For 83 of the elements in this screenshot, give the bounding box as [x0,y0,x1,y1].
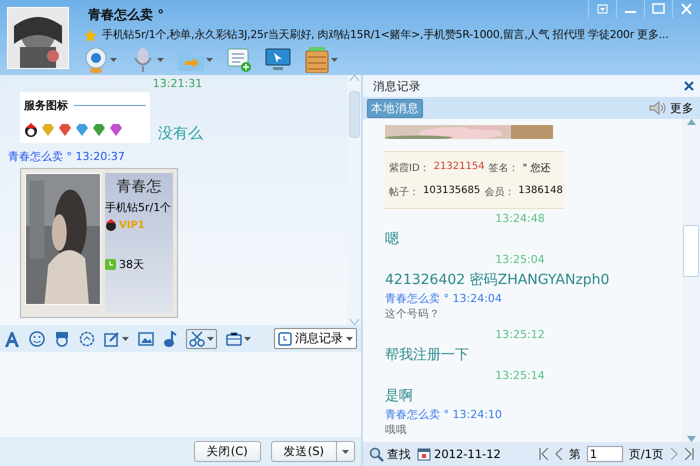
caret-icon[interactable] [331,58,338,62]
star-icon [84,28,97,42]
scrollbar-thumb[interactable] [683,224,699,277]
caret-icon[interactable] [122,336,129,340]
first-page-icon[interactable] [538,448,549,460]
info-label: 紫霞ID： [389,162,430,175]
info-value: " 您还 [522,162,550,175]
diamond-icon [75,123,89,137]
message-text: 嗯 [385,230,400,249]
monitor-icon[interactable] [265,48,291,72]
caret-icon[interactable] [342,450,349,454]
close-button[interactable]: 关闭(C) [194,441,261,462]
info-label: 签名： [488,162,519,175]
close-icon[interactable] [684,81,694,91]
more-button[interactable]: 更多 [649,100,694,116]
signature-text: 手机钻5r/1个,秒单,永久彩钻3J,25r当天刷好, 肉鸡钻15R/1<赌年>,手机赞5R-1000,留言,人气 招代理 学徒200r 更多... [102,28,668,42]
image-icon[interactable] [138,330,154,346]
emoji-icon[interactable] [29,330,45,346]
info-label: 帖子： [389,186,419,199]
message-text: 这个号码？ [385,307,441,322]
webcam-icon[interactable] [84,47,108,73]
message-text: 帮我注册一下 [385,346,470,365]
message-text: 421326402 密码ZHANGYANzph0 [385,271,610,290]
timestamp: 13:25:14 [494,368,546,384]
message-text: 没有么 [158,124,203,143]
scrollbar[interactable] [682,119,700,442]
scrollbar-thumb[interactable] [348,91,360,138]
font-icon[interactable] [4,330,20,346]
scissors-icon[interactable] [189,330,205,346]
caret-icon[interactable] [110,58,117,62]
search-button[interactable]: 查找 [369,446,411,462]
days-label: 38天 [119,257,144,272]
date-button[interactable]: 2012-11-12 [417,447,501,461]
message-input[interactable] [0,352,361,437]
sender-line: 青春怎么卖 ° 13:20:37 [8,149,126,164]
box-icon[interactable] [305,47,329,73]
info-value: 21321154 [434,161,485,174]
clock-icon [278,332,292,346]
page-total: 页/1页 [628,446,664,462]
calendar-icon [417,447,431,461]
next-page-icon[interactable] [670,448,678,460]
panel-title: 消息记录 [373,78,421,94]
timestamp: 13:21:31 [152,76,204,92]
diamond-icon [92,123,106,137]
sender-line: 青春怎么卖 ° 13:24:10 [385,407,503,422]
info-label: 会员： [484,186,514,199]
timestamp: 13:25:04 [494,252,546,268]
contact-name: 青春怎么卖 ° [88,7,164,24]
penguin-icon [105,219,117,231]
timestamp: 13:24:48 [494,211,546,227]
page-label: 第 [568,446,581,462]
info-value: 1386148 [518,185,563,198]
vip-label: VIP1 [119,220,145,230]
timestamp: 13:25:12 [494,327,546,343]
sender-line: 青春怎么卖 ° 13:24:04 [385,291,503,306]
penguin-icon [24,123,38,137]
last-page-icon[interactable] [684,448,694,460]
music-note-icon[interactable] [163,330,177,346]
diamond-icon [41,123,55,137]
history-button[interactable]: 消息记录 [274,328,357,349]
search-icon [369,446,384,462]
message-text: 哦哦 [385,423,408,438]
scrollbar[interactable] [347,75,361,325]
page-field[interactable]: 1 [586,446,623,462]
profile-name: 青春怎 [116,177,162,196]
message-text: 是啊 [385,387,414,406]
briefcase-icon[interactable] [226,330,242,346]
diamond-icon [109,123,123,137]
edit-icon[interactable] [104,330,120,346]
caret-icon[interactable] [244,336,251,340]
card-title: 服务图标 [24,98,68,113]
clock-icon [105,259,116,270]
speaker-icon [649,101,667,115]
caret-icon[interactable] [346,336,353,340]
diamond-icon [58,123,72,137]
info-value: 103135685 [423,185,480,198]
caret-icon[interactable] [207,336,214,340]
prev-page-icon[interactable] [554,448,563,460]
caret-icon[interactable] [206,58,213,62]
caret-icon[interactable] [157,58,164,62]
message-add-icon[interactable] [227,48,251,72]
hat-face-icon[interactable] [54,330,70,346]
profile-signature: 手机钻5r/1个 [105,200,172,215]
